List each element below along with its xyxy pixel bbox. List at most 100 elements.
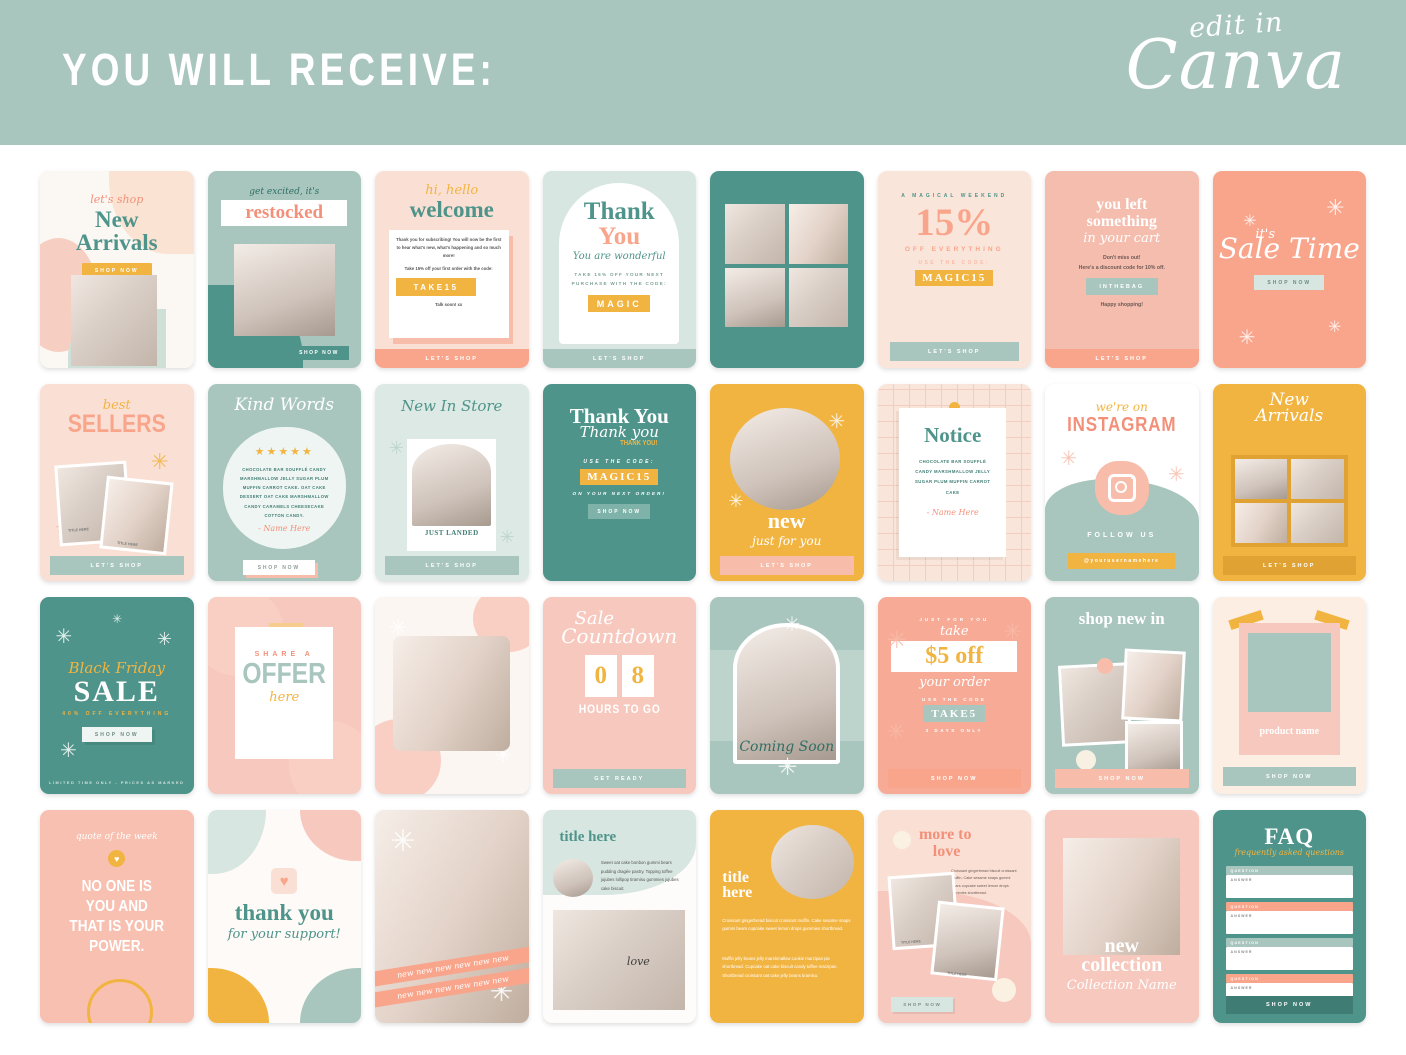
card-photo bbox=[1291, 458, 1344, 500]
card-button[interactable]: LET'S SHOP bbox=[385, 556, 519, 575]
card-title: thank you bbox=[234, 900, 334, 925]
template-card-notice[interactable]: Notice CHOCOLATE BAR SOUFFLÉ CANDY MARSH… bbox=[877, 384, 1031, 581]
template-card-photo-grid-teal[interactable] bbox=[710, 171, 864, 368]
sparkle-icon: ✳ bbox=[156, 629, 173, 650]
card-subtitle: You are wonderful bbox=[572, 251, 666, 262]
card-body: TAKE 15% OFF YOUR NEXT PURCHASE WITH THE… bbox=[571, 272, 667, 287]
card-button[interactable]: SHOP NOW bbox=[1225, 996, 1353, 1014]
card-title: New In Store bbox=[401, 397, 503, 415]
card-body-3: Happy shopping! bbox=[1100, 302, 1143, 309]
template-card-new-arrivals[interactable]: let's shop New Arrivals SHOP NOW bbox=[40, 171, 194, 368]
card-button[interactable]: LET'S SHOP bbox=[1045, 349, 1199, 368]
card-button[interactable]: LET'S SHOP bbox=[1222, 556, 1356, 575]
template-card-magical-weekend[interactable]: A MAGICAL WEEKEND 15% OFF EVERYTHING USE… bbox=[877, 171, 1031, 368]
template-card-kind-words[interactable]: Kind Words ★★★★★ CHOCOLATE BAR SOUFFLÉ C… bbox=[207, 384, 361, 581]
template-card-new-just-for-you[interactable]: ✳ ✳ new just for you LET'S SHOP bbox=[710, 384, 864, 581]
template-card-sale-time[interactable]: ✳ ✳ ✳ ✳ it's Sale Time SHOP NOW bbox=[1212, 171, 1366, 368]
card-title: Sale Time bbox=[1218, 232, 1360, 265]
card-button[interactable]: LET'S SHOP bbox=[375, 349, 529, 368]
card-quote-line-1: NO ONE IS bbox=[81, 878, 152, 895]
template-card-restocked[interactable]: get excited, it's restocked SHOP NOW bbox=[207, 171, 361, 368]
card-body-1: Thank you for subscribing! You will now … bbox=[395, 237, 502, 258]
card-follow-label: FOLLOW US bbox=[1087, 531, 1157, 539]
template-card-new-collection[interactable]: new collection Collection Name bbox=[1045, 810, 1199, 1023]
card-button[interactable]: LET'S SHOP bbox=[50, 556, 184, 575]
template-card-share-offer[interactable]: SHARE A OFFER here bbox=[207, 597, 361, 794]
faq-question[interactable]: QUESTION bbox=[1225, 902, 1353, 911]
faq-answer[interactable]: ANSWER bbox=[1225, 911, 1353, 934]
template-card-sale-countdown[interactable]: Sale Countdown 0 8 HOURS TO GO GET READY bbox=[542, 597, 696, 794]
template-card-new-arrivals-grid[interactable]: New Arrivals LET'S SHOP bbox=[1212, 384, 1366, 581]
template-card-new-banner-photo[interactable]: ✳ ✳ new new new new new new new new new … bbox=[375, 810, 529, 1023]
faq-answer[interactable]: ANSWER bbox=[1225, 875, 1353, 898]
faq-question[interactable]: QUESTION bbox=[1225, 866, 1353, 875]
heart-icon: ♥ bbox=[271, 868, 298, 894]
card-body-2: Take 15% off your first order with the c… bbox=[404, 266, 493, 272]
template-card-faq[interactable]: FAQ frequently asked questions QUESTION … bbox=[1212, 810, 1366, 1023]
card-button[interactable]: SHOP NOW bbox=[887, 769, 1021, 788]
template-card-product-name[interactable]: product name SHOP NOW bbox=[1212, 597, 1366, 794]
card-button[interactable]: SHOP NOW bbox=[289, 346, 349, 360]
card-photo bbox=[553, 910, 686, 1011]
template-card-thank-you-support[interactable]: ♥ thank you for your support! bbox=[207, 810, 361, 1023]
card-body-1: Don't miss out! bbox=[1102, 255, 1141, 262]
card-button[interactable]: SHOP NOW bbox=[588, 504, 651, 519]
card-button[interactable]: SHOP NOW bbox=[891, 997, 954, 1012]
card-button[interactable]: SHOP NOW bbox=[242, 560, 315, 575]
card-button[interactable]: SHOP NOW bbox=[1254, 275, 1325, 291]
template-card-new-in-store[interactable]: New In Store ✳ ✳ JUST LANDED LET'S SHOP bbox=[375, 384, 529, 581]
faq-question[interactable]: QUESTION bbox=[1225, 974, 1353, 983]
card-handle[interactable]: @yourusernamehere bbox=[1068, 553, 1176, 569]
template-card-quote-of-week[interactable]: quote of the week ♥ NO ONE IS YOU AND TH… bbox=[40, 810, 194, 1023]
template-card-title-here-mint[interactable]: title here Sweet oat cake bonbon gummi b… bbox=[542, 810, 696, 1023]
card-body: CHOCOLATE BAR SOUFFLÉ CANDY MARSHMALLOW … bbox=[239, 466, 329, 518]
card-photo bbox=[771, 824, 855, 900]
faq-answer[interactable]: ANSWER bbox=[1225, 947, 1353, 970]
card-button[interactable]: LET'S SHOP bbox=[889, 342, 1019, 361]
template-card-shop-new-in[interactable]: shop new in SHOP NOW bbox=[1045, 597, 1199, 794]
template-card-best-sellers[interactable]: best SELLERS ✳ ✳ TITLE HERE TITLE HERE L… bbox=[40, 384, 194, 581]
card-paper: Notice CHOCOLATE BAR SOUFFLÉ CANDY MARSH… bbox=[898, 407, 1007, 558]
card-button[interactable]: SHOP NOW bbox=[81, 727, 152, 742]
card-button[interactable]: LET'S SHOP bbox=[542, 349, 696, 368]
card-button[interactable]: SHOP NOW bbox=[1222, 767, 1356, 786]
template-card-more-to-love[interactable]: more to love Croissant gingerbread biscu… bbox=[877, 810, 1031, 1023]
template-card-thank-you-wonderful[interactable]: Thank You You are wonderful TAKE 15% OFF… bbox=[542, 171, 696, 368]
card-title-line3: in your cart bbox=[1083, 230, 1161, 246]
faq-question[interactable]: QUESTION bbox=[1225, 938, 1353, 947]
card-photo bbox=[788, 267, 849, 327]
card-button[interactable]: GET READY bbox=[552, 769, 686, 788]
template-card-five-off[interactable]: ✳ ✳ ✳ JUST FOR YOU take $5 off your orde… bbox=[877, 597, 1031, 794]
template-card-instagram[interactable]: we're on INSTAGRAM ✳ ✳ FOLLOW US @yourus… bbox=[1045, 384, 1199, 581]
template-card-coming-soon[interactable]: ✳ ✳ Coming Soon bbox=[710, 597, 864, 794]
card-title: Notice bbox=[924, 422, 982, 447]
card-code: MAGIC15 bbox=[580, 469, 659, 485]
card-title: new bbox=[767, 508, 806, 534]
card-body-1: Croissant gingerbread biscuit croissant … bbox=[722, 917, 851, 932]
card-button[interactable]: SHOP NOW bbox=[1055, 769, 1189, 788]
sparkle-icon: ✳ bbox=[1167, 463, 1185, 486]
card-subtitle: just for you bbox=[752, 533, 822, 548]
card-button[interactable]: LET'S SHOP bbox=[720, 556, 854, 575]
sparkle-icon: ✳ bbox=[886, 718, 906, 744]
template-card-title-here-yellow[interactable]: title here Croissant gingerbread biscuit… bbox=[710, 810, 864, 1023]
card-subtitle: frequently asked questions bbox=[1234, 848, 1345, 857]
card-photo bbox=[725, 204, 785, 264]
card-poster: product name bbox=[1238, 622, 1340, 755]
template-card-black-friday[interactable]: ✳ ✳ ✳ ✳ Black Friday SALE 40% OFF EVERYT… bbox=[40, 597, 194, 794]
template-card-abandoned-cart[interactable]: you left something in your cart Don't mi… bbox=[1045, 171, 1199, 368]
sparkle-icon: ✳ bbox=[783, 613, 801, 636]
card-kicker: hi, hello bbox=[425, 183, 479, 198]
card-code-label: USE THE CODE: bbox=[918, 260, 991, 266]
card-code-label: USE THE CODE bbox=[922, 697, 987, 702]
card-photo bbox=[233, 243, 335, 337]
canva-logo-wordmark: Canva bbox=[1125, 26, 1346, 105]
template-card-macarons-photo[interactable]: ✳ ✳ bbox=[375, 597, 529, 794]
card-title-line1: New bbox=[95, 207, 139, 232]
card-kicker: SHARE A bbox=[254, 650, 314, 658]
page-header: YOU WILL RECEIVE: edit in Canva bbox=[0, 0, 1406, 145]
sparkle-icon: ✳ bbox=[388, 438, 404, 459]
card-title: product name bbox=[1259, 726, 1320, 738]
template-card-welcome[interactable]: hi, hello welcome Thank you for subscrib… bbox=[375, 171, 529, 368]
template-card-thank-you-code[interactable]: Thank You Thank you THANK YOU! USE THE C… bbox=[542, 384, 696, 581]
